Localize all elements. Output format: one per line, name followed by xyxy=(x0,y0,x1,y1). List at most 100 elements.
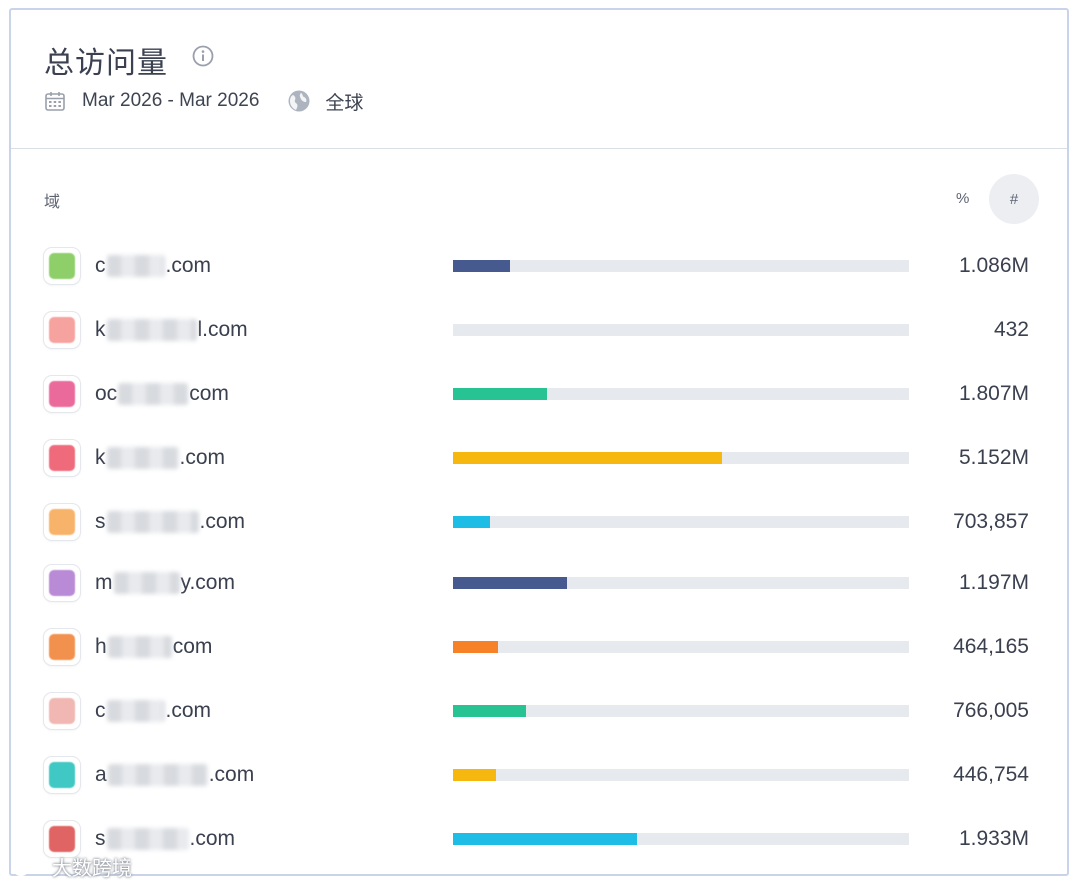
domain-suffix: com xyxy=(172,635,213,658)
globe-icon xyxy=(288,90,310,112)
share-bar-track xyxy=(453,324,909,336)
share-bar-fill xyxy=(453,260,510,272)
domain-prefix: c xyxy=(95,699,106,722)
traffic-card: 总访问量 Mar 2026 - Mar 2026 全球 域 % # c .com… xyxy=(9,8,1069,876)
share-bar-track xyxy=(453,388,909,400)
favicon-icon xyxy=(44,312,80,348)
domain-name[interactable]: m y.com xyxy=(95,571,235,595)
domain-suffix: l.com xyxy=(197,318,248,341)
redaction-blur xyxy=(107,764,208,786)
domain-name[interactable]: oc com xyxy=(95,382,229,406)
card-meta: Mar 2026 - Mar 2026 全球 xyxy=(44,88,363,114)
domain-suffix: .com xyxy=(165,254,212,277)
favicon-icon xyxy=(44,565,80,601)
domain-name[interactable]: k .com xyxy=(95,446,225,470)
visit-value: 464,165 xyxy=(953,635,1029,658)
domain-row[interactable]: oc com 1.807M xyxy=(11,374,1067,418)
toggle-number[interactable]: # xyxy=(989,174,1039,224)
domain-row[interactable]: m y.com 1.197M xyxy=(11,563,1067,607)
share-bar-fill xyxy=(453,769,496,781)
domain-name[interactable]: s .com xyxy=(95,510,245,534)
domain-name[interactable]: k l.com xyxy=(95,318,248,342)
redaction-blur xyxy=(106,255,165,277)
favicon-icon xyxy=(44,440,80,476)
date-range[interactable]: Mar 2026 - Mar 2026 xyxy=(82,90,259,112)
share-bar-fill xyxy=(453,641,498,653)
domain-prefix: h xyxy=(95,635,107,658)
favicon-icon xyxy=(44,248,80,284)
redaction-blur xyxy=(118,383,189,405)
domain-suffix: .com xyxy=(199,510,246,533)
domain-prefix: oc xyxy=(95,382,118,405)
domain-suffix: .com xyxy=(189,827,236,850)
share-bar-fill xyxy=(453,452,723,464)
watermark-text: 大数跨境 xyxy=(52,856,132,880)
domain-name[interactable]: c .com xyxy=(95,254,211,278)
share-bar-track xyxy=(453,833,909,845)
share-bar-fill xyxy=(453,577,567,589)
favicon-icon xyxy=(44,504,80,540)
domain-row[interactable]: c .com 766,005 xyxy=(11,691,1067,735)
redaction-blur xyxy=(106,511,199,533)
domain-suffix: .com xyxy=(179,446,226,469)
share-bar-track xyxy=(453,452,909,464)
favicon-icon xyxy=(44,757,80,793)
domain-name[interactable]: c .com xyxy=(95,699,211,723)
domain-suffix: .com xyxy=(208,763,255,786)
share-bar-fill xyxy=(453,516,490,528)
visit-value: 446,754 xyxy=(953,763,1029,786)
visit-value: 1.086M xyxy=(958,254,1029,277)
domain-prefix: k xyxy=(95,318,106,341)
favicon-icon xyxy=(44,693,80,729)
domain-prefix: a xyxy=(95,763,107,786)
visit-value: 432 xyxy=(993,318,1029,341)
favicon-icon xyxy=(44,376,80,412)
visit-value: 1.933M xyxy=(958,827,1029,850)
domain-prefix: s xyxy=(95,827,106,850)
share-bar-fill xyxy=(453,833,638,845)
redaction-blur xyxy=(107,636,172,658)
favicon-icon xyxy=(44,629,80,665)
share-bar-track xyxy=(453,769,909,781)
domain-name[interactable]: a .com xyxy=(95,763,254,787)
card-header: 总访问量 Mar 2026 - Mar 2026 全球 xyxy=(11,10,1067,149)
card-title: 总访问量 xyxy=(44,46,168,81)
share-bar-fill xyxy=(453,705,527,717)
visit-value: 703,857 xyxy=(953,510,1029,533)
calendar-icon xyxy=(45,92,65,111)
share-bar-track xyxy=(453,705,909,717)
info-icon[interactable] xyxy=(192,45,214,67)
domain-prefix: c xyxy=(95,254,106,277)
domain-row[interactable]: s .com 1.933M xyxy=(11,819,1067,863)
redaction-blur xyxy=(106,700,165,722)
domain-prefix: s xyxy=(95,510,106,533)
domain-prefix: k xyxy=(95,446,106,469)
redaction-blur xyxy=(106,447,179,469)
domain-row[interactable]: c .com 1.086M xyxy=(11,246,1067,290)
redaction-blur xyxy=(106,828,189,850)
domain-suffix: y.com xyxy=(180,571,235,594)
redaction-blur xyxy=(113,572,180,594)
domain-row[interactable]: h com 464,165 xyxy=(11,627,1067,671)
domain-row[interactable]: s .com 703,857 xyxy=(11,502,1067,546)
share-bar-track xyxy=(453,577,909,589)
visit-value: 1.197M xyxy=(958,571,1029,594)
watermark: 大数跨境 xyxy=(12,852,132,881)
share-bar-track xyxy=(453,260,909,272)
column-header-domain: 域 xyxy=(44,192,61,211)
visit-value: 766,005 xyxy=(953,699,1029,722)
region-selector[interactable]: 全球 xyxy=(325,88,363,115)
share-bar-fill xyxy=(453,388,548,400)
domain-suffix: .com xyxy=(165,699,212,722)
share-bar-track xyxy=(453,516,909,528)
domain-name[interactable]: h com xyxy=(95,635,212,659)
domain-row[interactable]: k l.com 432 xyxy=(11,310,1067,354)
visit-value: 5.152M xyxy=(958,446,1029,469)
share-bar-track xyxy=(453,641,909,653)
domain-row[interactable]: k .com 5.152M xyxy=(11,438,1067,482)
toggle-percent[interactable]: % xyxy=(956,190,969,207)
domain-row[interactable]: a .com 446,754 xyxy=(11,755,1067,799)
visit-value: 1.807M xyxy=(958,382,1029,405)
redaction-blur xyxy=(106,319,197,341)
domain-name[interactable]: s .com xyxy=(95,827,235,851)
